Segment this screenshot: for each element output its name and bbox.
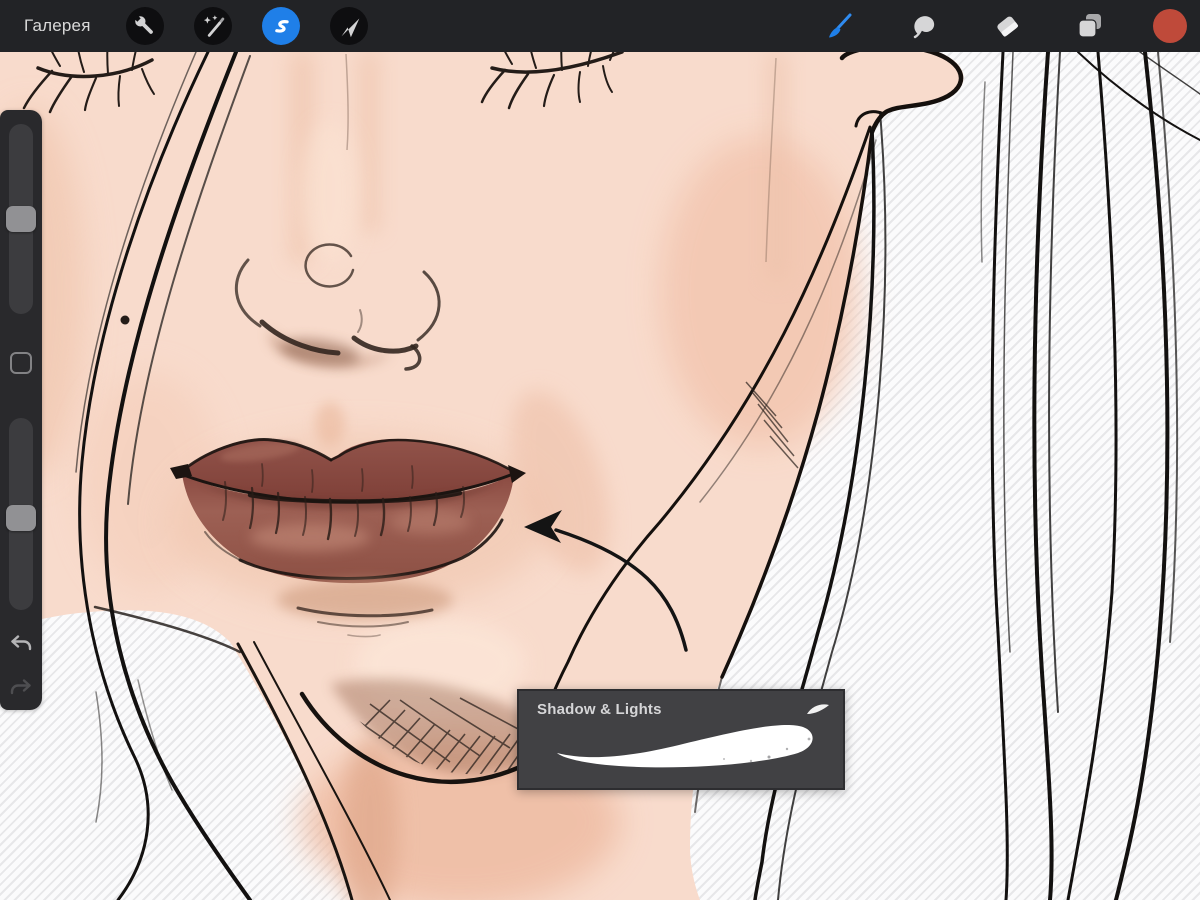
move-arrow-icon — [341, 18, 360, 38]
procreate-app: Shadow & Lights Галерея — [0, 0, 1200, 900]
undo-button[interactable] — [6, 628, 36, 658]
actions-button[interactable] — [126, 7, 164, 45]
paint-tool-active[interactable] — [824, 10, 856, 42]
smudge-icon — [913, 16, 935, 39]
layers-icon — [1078, 14, 1101, 38]
undo-icon — [11, 635, 32, 651]
smudge-tool[interactable] — [908, 10, 940, 42]
redo-icon — [10, 679, 31, 695]
opacity-handle[interactable] — [6, 505, 36, 531]
wrench-icon — [133, 14, 153, 34]
brush-preview-tooltip[interactable]: Shadow & Lights — [517, 689, 845, 790]
layers-button[interactable] — [1074, 10, 1106, 42]
selection-button-active[interactable] — [262, 7, 300, 45]
brush-size-handle[interactable] — [6, 206, 36, 232]
beauty-mark — [120, 315, 130, 325]
erase-tool[interactable] — [992, 10, 1024, 42]
gallery-button[interactable]: Галерея — [24, 16, 91, 36]
adjustments-button[interactable] — [194, 7, 232, 45]
brush-stroke-sample — [557, 725, 813, 768]
modify-button[interactable] — [10, 352, 32, 374]
side-toolbar — [0, 110, 42, 710]
drawing-canvas[interactable]: Shadow & Lights — [0, 52, 1200, 900]
magic-wand-icon — [203, 15, 225, 37]
toolbar: Галерея — [0, 0, 1200, 52]
color-swatch[interactable] — [1153, 9, 1187, 43]
redo-button[interactable] — [6, 672, 36, 702]
brush-icon — [829, 13, 852, 38]
s-logo-icon — [275, 20, 289, 33]
eraser-icon — [997, 16, 1018, 37]
transform-button[interactable] — [330, 7, 368, 45]
